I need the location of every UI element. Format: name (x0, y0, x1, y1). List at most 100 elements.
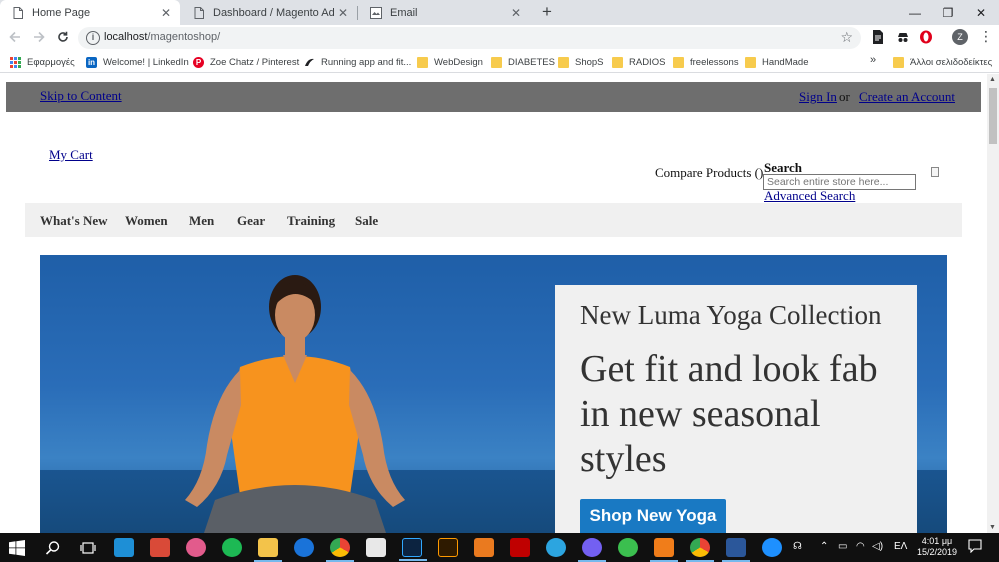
start-windows-icon[interactable] (7, 538, 27, 557)
bookmark-label: Zoe Chatz / Pinterest (210, 56, 300, 68)
scrollbar-thumb[interactable] (989, 88, 997, 144)
page-viewport: Skip to Content Sign In or Create an Acc… (0, 74, 987, 533)
close-tab-icon[interactable]: ✕ (158, 6, 174, 20)
bookmark-running-app[interactable]: Running app and fit... (304, 55, 411, 69)
nav-whats-new[interactable]: What's New (40, 213, 108, 229)
bookmark-diabetes-folder[interactable]: DIABETES (491, 55, 555, 69)
my-cart-link[interactable]: My Cart (49, 147, 93, 163)
other-bookmarks-folder[interactable]: Άλλοι σελιδοδείκτες (893, 55, 999, 69)
help-icon[interactable] (762, 538, 782, 557)
menu-kebab-icon[interactable]: ⋮ (979, 28, 993, 45)
yoga-woman-illustration (185, 275, 405, 533)
tab-title: Home Page (32, 6, 91, 19)
bookmark-webdesign-folder[interactable]: WebDesign (417, 55, 483, 69)
action-center-icon[interactable] (968, 539, 982, 556)
windows-taskbar: ☊ ⌃ ▭ ◠ ◁) ΕΛ 4:01 μμ 15/2/2019 (0, 533, 999, 562)
close-window-button[interactable]: ✕ (963, 0, 999, 25)
bookmark-handmade-folder[interactable]: HandMade (745, 55, 808, 69)
bookmark-shops-folder[interactable]: ShopS (558, 55, 604, 69)
sign-in-link[interactable]: Sign In (799, 89, 837, 105)
minimize-button[interactable]: — (897, 0, 933, 25)
page-icon (12, 6, 24, 19)
bookmark-apps[interactable]: Εφαρμογές (10, 55, 75, 69)
shop-new-yoga-button[interactable]: Shop New Yoga (580, 499, 726, 533)
folder-icon (558, 56, 569, 68)
folder-icon (417, 56, 428, 68)
edge-browser-icon[interactable] (294, 538, 314, 557)
filezilla-icon[interactable] (510, 538, 530, 557)
opera-extension-icon[interactable] (919, 30, 933, 44)
evernote-icon[interactable] (618, 538, 638, 557)
photoshop-icon[interactable] (399, 538, 427, 561)
search-icon[interactable] (43, 538, 63, 557)
more-bookmarks-chevron[interactable]: » (870, 54, 876, 66)
search-submit-button[interactable] (931, 167, 939, 177)
forward-button[interactable] (30, 29, 48, 47)
info-icon[interactable]: i (86, 31, 100, 45)
tray-chevron-icon[interactable]: ⌃ (820, 541, 828, 552)
illustrator-icon[interactable] (438, 538, 458, 557)
telegram-icon[interactable] (546, 538, 566, 557)
extension-incognito-icon[interactable] (896, 30, 910, 44)
address-bar[interactable]: i localhost/magentoshop/ ☆ (78, 27, 861, 49)
close-tab-icon[interactable]: ✕ (508, 6, 524, 20)
battery-icon[interactable]: ▭ (838, 541, 847, 552)
mail-icon[interactable] (366, 538, 386, 557)
scroll-down-icon[interactable]: ▼ (989, 524, 996, 531)
compare-products-link[interactable]: Compare Products () (655, 165, 763, 181)
folder-icon (491, 56, 502, 68)
nav-men[interactable]: Men (189, 213, 214, 229)
reload-button[interactable] (54, 29, 72, 47)
people-icon[interactable]: ☊ (793, 541, 802, 552)
tab-email[interactable]: Email ✕ (358, 0, 530, 25)
word-icon[interactable] (722, 538, 750, 562)
profile-avatar[interactable]: Z (952, 29, 968, 45)
skip-to-content-link[interactable]: Skip to Content (40, 88, 122, 104)
nav-training[interactable]: Training (287, 213, 335, 229)
bookmark-label: Running app and fit... (321, 56, 412, 68)
page-scrollbar[interactable]: ▲ ▼ (987, 74, 999, 533)
bookmark-pinterest[interactable]: P Zoe Chatz / Pinterest (193, 55, 299, 69)
spotify-icon[interactable] (222, 538, 242, 557)
or-text: or (839, 89, 850, 104)
bookmark-linkedin[interactable]: in Welcome! | LinkedIn (86, 55, 189, 69)
scroll-up-icon[interactable]: ▲ (989, 76, 996, 83)
language-indicator[interactable]: ΕΛ (894, 541, 907, 552)
bookmark-label: DIABETES (508, 56, 555, 68)
hero-banner[interactable]: New Luma Yoga Collection Get fit and loo… (40, 255, 947, 533)
task-view-icon[interactable] (78, 538, 98, 557)
bookmark-label: Εφαρμογές (27, 56, 75, 68)
advanced-search-link[interactable]: Advanced Search (764, 188, 855, 204)
bookmark-star-icon[interactable]: ☆ (840, 29, 853, 46)
create-account-link[interactable]: Create an Account (859, 89, 955, 105)
taskbar-clock[interactable]: 4:01 μμ 15/2/2019 (917, 536, 957, 558)
back-arrow-icon (9, 31, 20, 43)
chrome-icon[interactable] (326, 538, 354, 562)
volume-icon[interactable]: ◁) (872, 541, 883, 552)
sublime-text-icon[interactable] (474, 538, 494, 557)
tab-dashboard-admin[interactable]: Dashboard / Magento Admin ✕ (181, 0, 357, 25)
new-tab-button[interactable]: + (538, 3, 556, 21)
chrome-active-icon[interactable] (686, 538, 714, 562)
back-button[interactable] (6, 29, 24, 47)
wifi-icon[interactable]: ◠ (856, 541, 865, 552)
nav-women[interactable]: Women (125, 213, 168, 229)
url-text[interactable]: localhost/magentoshop/ (104, 31, 220, 43)
nav-sale[interactable]: Sale (355, 213, 378, 229)
xampp-icon[interactable] (650, 538, 678, 562)
teamviewer-icon[interactable] (114, 538, 134, 557)
file-explorer-icon[interactable] (254, 538, 282, 562)
bookmark-label: HandMade (762, 56, 809, 68)
extension-doc-icon[interactable] (872, 30, 886, 44)
bookmark-freelessons-folder[interactable]: freelessons (673, 55, 739, 69)
maximize-button[interactable]: ❐ (930, 0, 966, 25)
nav-gear[interactable]: Gear (237, 213, 265, 229)
bookmark-label: freelessons (690, 56, 739, 68)
close-tab-icon[interactable]: ✕ (335, 6, 351, 20)
apps-icon (10, 56, 21, 68)
anydesk-icon[interactable] (150, 538, 170, 557)
itunes-icon[interactable] (186, 538, 206, 557)
bookmark-radios-folder[interactable]: RADIOS (612, 55, 665, 69)
viber-icon[interactable] (578, 538, 606, 562)
tab-home-page[interactable]: Home Page ✕ (0, 0, 180, 25)
